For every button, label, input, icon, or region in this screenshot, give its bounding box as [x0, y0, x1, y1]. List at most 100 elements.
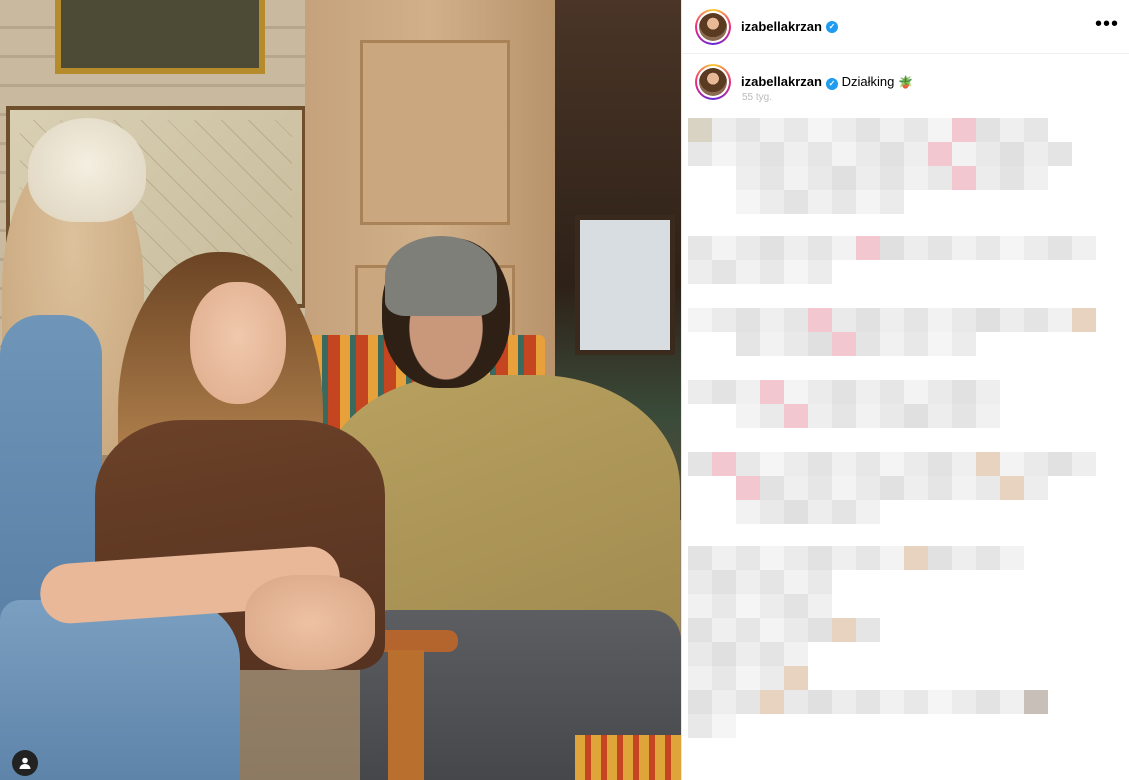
blur-pixel — [712, 690, 736, 714]
blur-pixel — [688, 118, 712, 142]
blur-pixel — [856, 190, 880, 214]
blur-pixel — [832, 142, 856, 166]
blur-pixel — [880, 380, 904, 404]
blur-pixel — [880, 236, 904, 260]
blur-pixel — [808, 166, 832, 190]
blur-pixel — [976, 166, 1000, 190]
blur-pixel — [760, 570, 784, 594]
blur-pixel — [784, 666, 808, 690]
blur-pixel — [688, 452, 712, 476]
blur-pixel — [856, 500, 880, 524]
blur-pixel — [784, 500, 808, 524]
blur-pixel — [1072, 452, 1096, 476]
blur-pixel — [760, 190, 784, 214]
blur-pixel — [1048, 308, 1072, 332]
blur-pixel — [856, 690, 880, 714]
blur-pixel — [976, 546, 1000, 570]
blur-pixel — [952, 690, 976, 714]
blur-pixel — [832, 500, 856, 524]
blur-pixel — [976, 380, 1000, 404]
blur-pixel — [784, 308, 808, 332]
blur-pixel — [1072, 308, 1096, 332]
blur-pixel — [880, 690, 904, 714]
blur-pixel — [856, 308, 880, 332]
blur-pixel — [736, 142, 760, 166]
blur-pixel — [784, 142, 808, 166]
blur-pixel — [832, 618, 856, 642]
blur-pixel — [688, 666, 712, 690]
blur-pixel — [760, 500, 784, 524]
blur-pixel — [712, 452, 736, 476]
blur-pixel — [880, 332, 904, 356]
blur-pixel — [856, 332, 880, 356]
blur-pixel — [808, 380, 832, 404]
avatar[interactable] — [695, 8, 731, 45]
blur-pixel — [952, 404, 976, 428]
blur-pixel — [832, 166, 856, 190]
blur-pixel — [952, 166, 976, 190]
blur-pixel — [808, 142, 832, 166]
blur-pixel — [904, 236, 928, 260]
blur-pixel — [1072, 236, 1096, 260]
blur-pixel — [1024, 452, 1048, 476]
plant-emoji: 🪴 — [898, 75, 914, 89]
blur-pixel — [760, 142, 784, 166]
blur-pixel — [952, 118, 976, 142]
blur-pixel — [712, 594, 736, 618]
avatar[interactable] — [695, 64, 731, 100]
blur-pixel — [904, 166, 928, 190]
blur-pixel — [952, 546, 976, 570]
caption-text: Działking — [841, 74, 895, 89]
chair-leg — [388, 650, 424, 780]
blur-pixel — [712, 308, 736, 332]
blur-pixel — [856, 236, 880, 260]
blur-pixel — [1024, 236, 1048, 260]
blur-pixel — [784, 690, 808, 714]
window — [575, 215, 675, 355]
blur-pixel — [880, 308, 904, 332]
blur-pixel — [1024, 142, 1048, 166]
patterned-cushion — [575, 735, 681, 780]
blur-pixel — [952, 452, 976, 476]
blur-pixel — [1000, 308, 1024, 332]
blur-pixel — [856, 618, 880, 642]
blur-pixel — [904, 452, 928, 476]
blur-pixel — [832, 118, 856, 142]
blur-pixel — [1000, 476, 1024, 500]
blur-pixel — [880, 190, 904, 214]
blur-pixel — [736, 190, 760, 214]
blur-pixel — [952, 476, 976, 500]
caption-username[interactable]: izabellakrzan — [741, 74, 822, 89]
blur-pixel — [760, 118, 784, 142]
user-tag-icon[interactable] — [12, 750, 38, 776]
blur-pixel — [880, 546, 904, 570]
blur-pixel — [712, 380, 736, 404]
blur-pixel — [1024, 690, 1048, 714]
blur-pixel — [1000, 118, 1024, 142]
blur-pixel — [904, 546, 928, 570]
blur-pixel — [856, 118, 880, 142]
blur-pixel — [784, 570, 808, 594]
blur-pixel — [1024, 118, 1048, 142]
blur-pixel — [736, 118, 760, 142]
blur-pixel — [688, 142, 712, 166]
header-username[interactable]: izabellakrzan — [741, 19, 822, 34]
blur-pixel — [856, 546, 880, 570]
blur-pixel — [976, 476, 1000, 500]
blur-pixel — [928, 308, 952, 332]
blur-pixel — [784, 236, 808, 260]
blur-pixel — [784, 118, 808, 142]
blur-pixel — [712, 260, 736, 284]
blur-pixel — [736, 546, 760, 570]
more-horizontal-icon[interactable]: ••• — [1095, 14, 1119, 34]
blur-pixel — [712, 118, 736, 142]
blur-pixel — [832, 690, 856, 714]
blur-pixel — [784, 260, 808, 284]
blur-pixel — [856, 166, 880, 190]
blur-pixel — [688, 594, 712, 618]
post-sidebar: izabellakrzan ✓ ••• izabellakrzan ✓ Dział… — [681, 0, 1129, 780]
blur-pixel — [736, 452, 760, 476]
post-photo[interactable] — [0, 0, 681, 780]
blur-pixel — [976, 690, 1000, 714]
framed-painting — [55, 0, 265, 74]
